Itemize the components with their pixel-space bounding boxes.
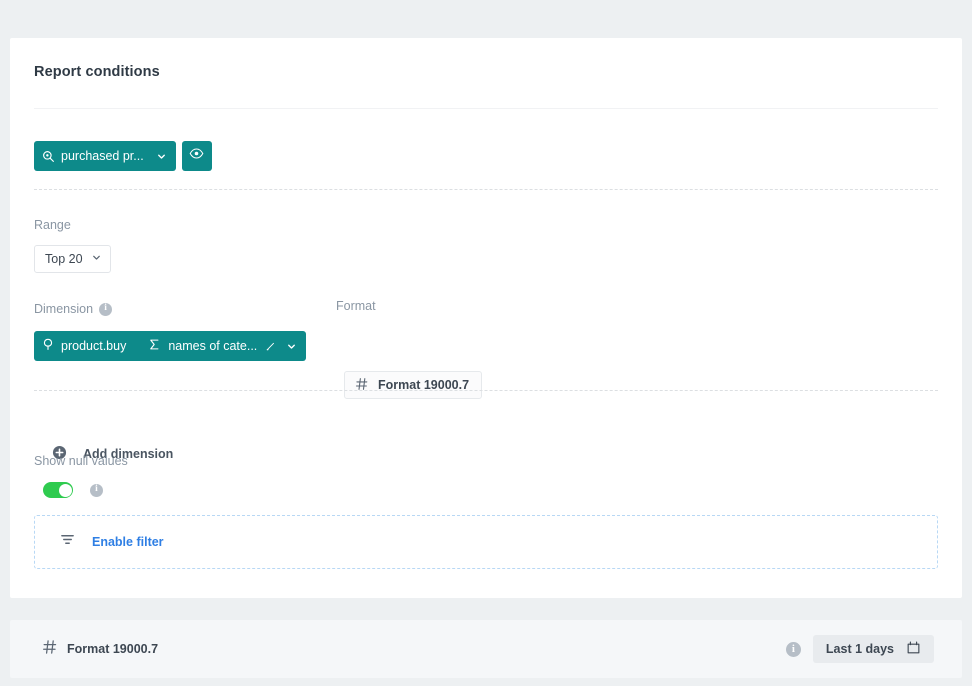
location-pin-icon	[42, 338, 54, 354]
sigma-icon	[148, 338, 161, 354]
bottom-format-label: Format 19000.7	[67, 642, 158, 656]
show-null-toggle[interactable]	[43, 482, 73, 498]
title-divider	[34, 108, 938, 109]
pencil-icon[interactable]	[257, 341, 280, 352]
info-icon[interactable]: i	[786, 642, 801, 657]
dimension-label-text: Dimension	[34, 302, 93, 316]
enable-filter-box[interactable]: Enable filter	[34, 515, 938, 569]
dimension-aggregate-segment[interactable]: names of cate...	[148, 338, 257, 354]
show-null-row: i	[43, 482, 103, 498]
dimension-label: Dimension i	[34, 302, 112, 316]
range-label-text: Range	[34, 218, 71, 232]
source-chip[interactable]: purchased pr...	[34, 141, 176, 171]
format-button[interactable]: Format 19000.7	[344, 371, 482, 399]
show-null-label: Show null values	[34, 454, 128, 468]
chevron-down-icon[interactable]	[150, 151, 170, 162]
report-conditions-card: Report conditions purchased pr...	[10, 38, 962, 598]
bottom-bar-right: i Last 1 days	[786, 635, 934, 663]
chevron-down-icon[interactable]	[280, 341, 300, 352]
hash-icon	[42, 639, 58, 658]
format-label-text: Format	[336, 299, 376, 313]
dimension-chip[interactable]: product.buy names of cate...	[34, 331, 306, 361]
section-divider-2	[34, 390, 938, 391]
section-divider-1	[34, 189, 938, 190]
enable-filter-label: Enable filter	[92, 535, 164, 549]
eye-icon	[189, 146, 204, 166]
dimension-aggregate-label: names of cate...	[168, 339, 257, 353]
search-zoom-icon	[42, 150, 55, 163]
date-range-button[interactable]: Last 1 days	[813, 635, 934, 663]
source-chip-row: purchased pr...	[34, 141, 212, 171]
dimension-field-segment[interactable]: product.buy	[42, 338, 148, 354]
format-label: Format	[336, 299, 376, 313]
preview-button[interactable]	[182, 141, 212, 171]
bottom-format-button[interactable]: Format 19000.7	[42, 639, 158, 658]
source-chip-label: purchased pr...	[55, 150, 150, 163]
filter-icon	[60, 532, 75, 552]
toggle-knob	[59, 484, 72, 497]
dimension-field-label: product.buy	[61, 339, 126, 353]
show-null-label-text: Show null values	[34, 454, 128, 468]
chevron-down-icon	[91, 252, 102, 266]
date-range-label: Last 1 days	[826, 642, 894, 656]
info-icon[interactable]: i	[90, 484, 103, 497]
calendar-icon	[906, 640, 921, 658]
range-select[interactable]: Top 20	[34, 245, 111, 273]
range-label: Range	[34, 218, 71, 232]
range-select-value: Top 20	[45, 252, 83, 266]
info-icon[interactable]: i	[99, 303, 112, 316]
page-title: Report conditions	[34, 64, 160, 80]
bottom-bar: Format 19000.7 i Last 1 days	[10, 620, 962, 678]
